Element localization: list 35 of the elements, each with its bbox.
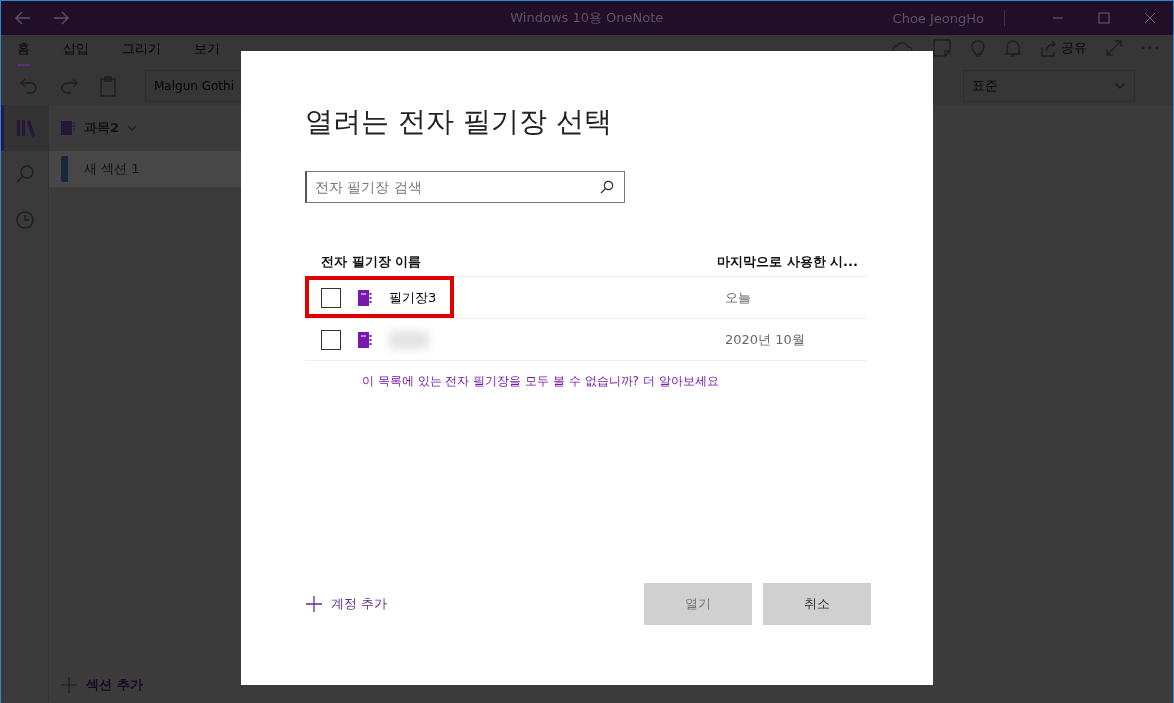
notebooks-icon[interactable] <box>15 118 37 138</box>
clock-icon[interactable] <box>14 210 35 230</box>
notebook-name[interactable]: 필기장3 <box>389 288 725 307</box>
redo-icon[interactable] <box>59 76 79 96</box>
plus-icon[interactable] <box>60 676 78 694</box>
checkbox[interactable] <box>321 329 341 350</box>
add-account-link[interactable]: 계정 추가 <box>305 595 388 613</box>
notebook-icon <box>60 120 76 136</box>
column-header[interactable]: 전자 필기장 이름 <box>321 252 422 271</box>
notebook-row[interactable]: 2020년 10월 <box>305 319 867 361</box>
user-name: Choe JeongHo <box>892 10 984 26</box>
notebook-row[interactable]: 필기장3 오늘 <box>305 277 867 319</box>
maximize-icon[interactable] <box>1098 12 1110 24</box>
plus-icon <box>305 595 323 613</box>
window-title: Windows 10용 OneNote <box>509 9 665 27</box>
search-field[interactable]: 전자 필기장 검색 <box>305 171 625 203</box>
last-used-date: 오늘 <box>725 288 752 307</box>
dialog-title: 열려는 전자 필기장 선택 <box>305 104 613 140</box>
lightbulb-icon[interactable] <box>970 38 986 58</box>
last-used-date: 2020년 10월 <box>725 330 806 349</box>
chevron-down-icon[interactable] <box>127 125 138 131</box>
help-link[interactable]: 이 목록에 있는 전자 필기장을 모두 볼 수 없습니까? 더 알아보세요 <box>362 373 871 390</box>
sticky-note-icon[interactable] <box>932 38 952 58</box>
share-icon <box>1040 39 1058 57</box>
dialog-button[interactable]: 취소 <box>763 583 871 625</box>
search-icon[interactable] <box>600 180 614 194</box>
notebook-icon <box>357 288 373 307</box>
checkbox[interactable] <box>321 287 341 308</box>
bell-icon[interactable] <box>1004 38 1022 58</box>
close-icon[interactable] <box>1144 12 1156 24</box>
notebook-icon <box>357 330 373 349</box>
column-header[interactable]: 마지막으로 사용한 시... <box>717 252 859 271</box>
chevron-down-icon <box>1114 82 1126 90</box>
expand-icon[interactable] <box>1105 39 1123 57</box>
undo-icon[interactable] <box>19 76 39 96</box>
